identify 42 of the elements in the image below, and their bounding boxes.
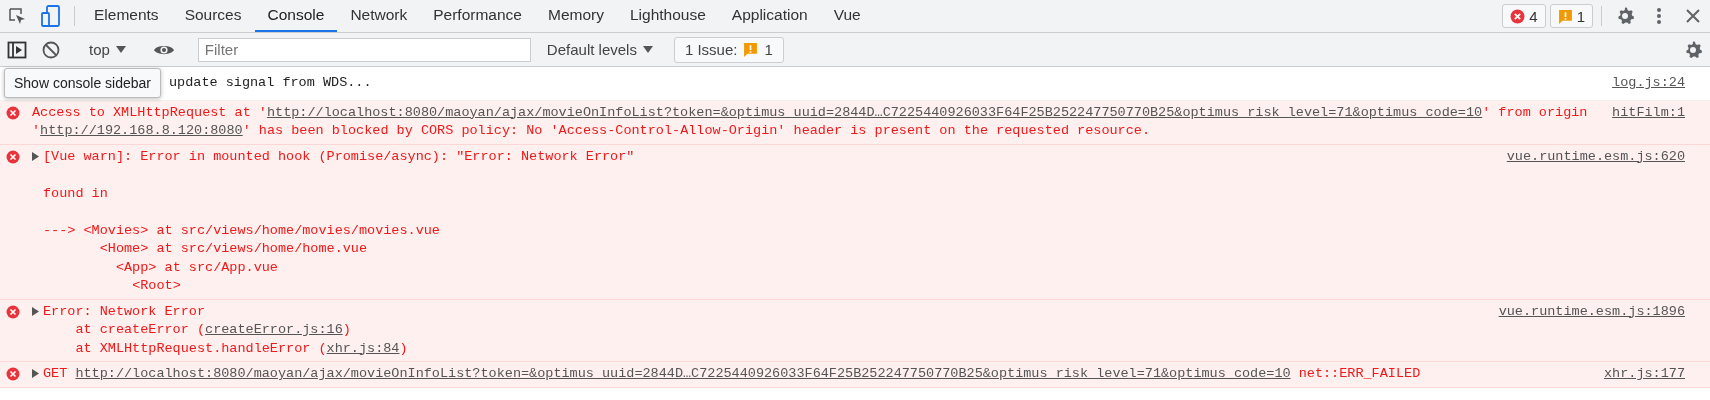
issues-button[interactable]: 1 Issue: 1 (673, 36, 784, 63)
context-dropdown[interactable]: top (81, 41, 134, 58)
panel-tab[interactable]: Performance (420, 0, 535, 32)
message-text: update signal from WDS... (169, 74, 372, 92)
source-link[interactable]: log.js:24 (1592, 74, 1710, 93)
url-link[interactable]: http://localhost:8080/maoyan/ajax/movieOnInfoList?token=&optimus_uuid=2844D…C7225440926033F64F25B252247750770B25&optimus_risk_level=71&optimus_code=10 (266, 104, 1483, 120)
panel-tab[interactable]: Sources (171, 0, 255, 32)
expand-triangle-icon[interactable] (32, 306, 39, 316)
source-link[interactable]: xhr.js:177 (1584, 365, 1710, 384)
panel-tab[interactable]: Vue (820, 0, 874, 32)
warning-icon (743, 42, 759, 57)
source-link[interactable]: vue.runtime.esm.js:1896 (1478, 302, 1710, 321)
message-text: Error: Network Error at createError (createError.js:16) at XMLHttpRequest.handleError (xhr.js:84) (43, 302, 408, 358)
message-text: GET http://localhost:8080/maoyan/ajax/movieOnInfoList?token=&optimus_uuid=2844D…C7225440926033F64F25B252247750770B25&optimus_risk_level=71&optimus_code=10 net::ERR_FAILED (43, 365, 1421, 383)
url-link[interactable]: http://192.168.8.120:8080 (40, 123, 243, 138)
error-icon (6, 367, 20, 381)
panel-tab[interactable]: Memory (534, 0, 617, 32)
message-text: [Vue warn]: Error in mounted hook (Promise/async): "Error: Network Error" found in ---> <Movies> at src/views/home/movies/movies.vue <Home> at src/views/home/home.vue <App> at src/App.vue <Root> (43, 147, 635, 295)
expand-triangle-icon[interactable] (32, 369, 39, 378)
panel-tab[interactable]: Network (337, 0, 421, 32)
panel-tab[interactable]: Elements (81, 0, 172, 32)
filter-field[interactable]: Filter (197, 37, 531, 62)
tooltip: Show console sidebar (4, 68, 161, 98)
error-counter[interactable]: 4 (1502, 4, 1546, 28)
error-icon (1510, 8, 1526, 24)
expand-triangle-icon[interactable] (32, 151, 39, 161)
source-link[interactable]: vue.runtime.esm.js:620 (1486, 147, 1710, 166)
url-link[interactable]: xhr.js:84 (326, 340, 400, 356)
error-icon (6, 304, 20, 319)
log-levels-dropdown[interactable]: Default levels (538, 41, 661, 58)
source-link[interactable]: hitFilm:1 (1592, 103, 1710, 122)
warning-counter[interactable]: 1 (1549, 4, 1593, 28)
caret-icon (642, 45, 653, 54)
panel-tab[interactable]: Application (718, 0, 821, 32)
url-link[interactable]: createError.js:16 (205, 322, 343, 337)
caret-icon (115, 45, 126, 54)
url-link[interactable]: http://localhost:8080/maoyan/ajax/movieOnInfoList?token=&optimus_uuid=2844D…C7225440926033F64F25B252247750770B25&optimus_risk_level=71&optimus_code=10 (75, 366, 1291, 381)
warning-icon (1557, 8, 1573, 24)
error-icon (6, 149, 20, 164)
message-text: Access to XMLHttpRequest at 'http://localhost:8080/maoyan/ajax/movieOnInfoList?token=&optimus_uuid=2844D…C7225440926033F64F25B252247750770B25&optimus_risk_level=71&optimus_code=10' from origin 'http://192.168.8.120:8080' has been blocked by CORS policy: No 'Access-Control-Allow-Origin' header is present on the requested resource. (32, 103, 1589, 140)
panel-tab[interactable]: Lighthouse (616, 0, 719, 32)
error-icon (6, 105, 20, 120)
